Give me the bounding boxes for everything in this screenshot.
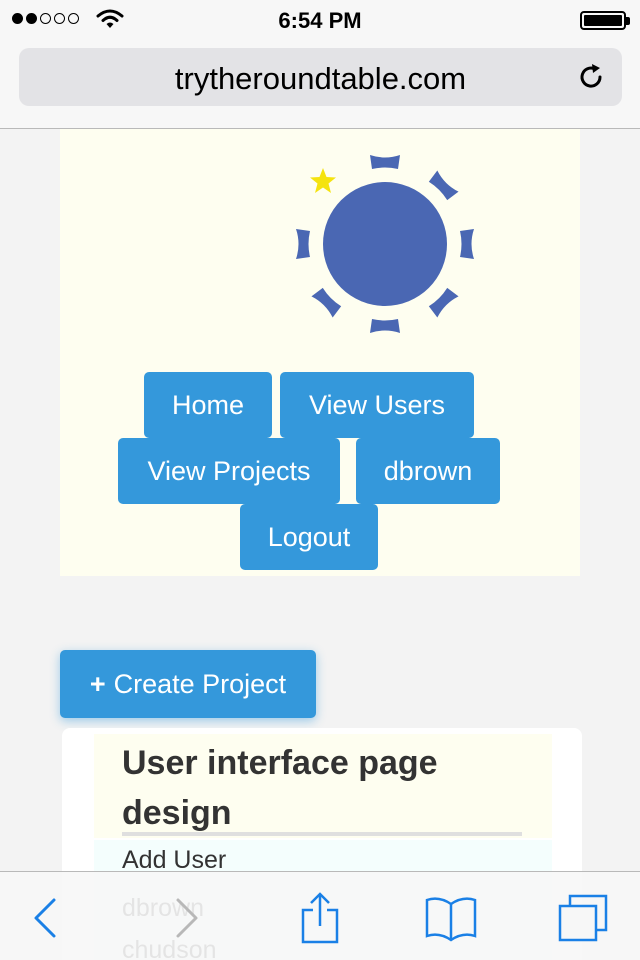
nav-view-projects-button[interactable]: View Projects	[118, 438, 340, 504]
divider	[122, 832, 522, 836]
reload-icon[interactable]	[576, 62, 606, 92]
project-title[interactable]: User interface page design	[122, 738, 552, 838]
create-project-button[interactable]: + Create Project	[60, 650, 316, 718]
status-bar: 6:54 PM	[0, 0, 640, 40]
clock: 6:54 PM	[278, 8, 362, 33]
round-table-logo-icon[interactable]	[290, 149, 480, 339]
plus-icon: +	[89, 668, 106, 699]
nav-view-users-button[interactable]: View Users	[280, 372, 474, 438]
create-project-label: Create Project	[113, 668, 287, 699]
browser-address-area: trytheroundtable.com	[0, 40, 640, 129]
bookmarks-icon[interactable]	[424, 892, 478, 944]
nav-user-profile-button[interactable]: dbrown	[356, 438, 500, 504]
nav-logout-button[interactable]: Logout	[240, 504, 378, 570]
battery-icon	[580, 11, 630, 30]
url-text: trytheroundtable.com	[174, 61, 467, 96]
site-header: Home View Users View Projects dbrown Log…	[60, 129, 580, 576]
browser-toolbar	[0, 871, 640, 960]
star-icon	[310, 168, 336, 193]
url-field[interactable]: trytheroundtable.com	[19, 48, 622, 106]
nav-home-button[interactable]: Home	[144, 372, 272, 438]
back-icon[interactable]	[22, 892, 76, 944]
forward-icon[interactable]	[160, 892, 214, 944]
share-icon[interactable]	[293, 892, 347, 944]
project-card-header: User interface page design	[94, 734, 552, 838]
tabs-icon[interactable]	[556, 892, 610, 944]
